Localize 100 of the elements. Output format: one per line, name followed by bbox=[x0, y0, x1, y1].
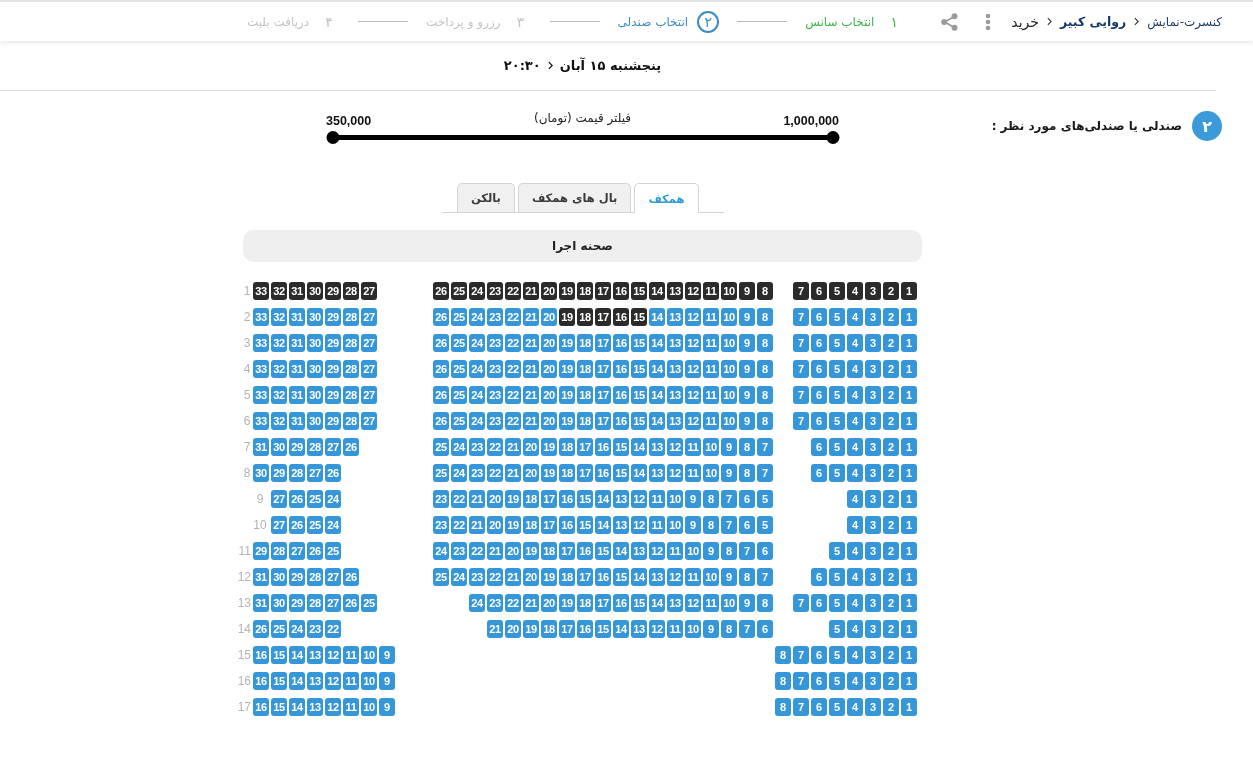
seat[interactable]: 24 bbox=[433, 542, 449, 560]
seat[interactable]: 17 bbox=[559, 620, 575, 638]
seat[interactable]: 14 bbox=[649, 334, 665, 352]
seat[interactable]: 5 bbox=[829, 386, 845, 404]
seat[interactable]: 13 bbox=[613, 516, 629, 534]
seat[interactable]: 26 bbox=[433, 308, 449, 326]
seat[interactable]: 17 bbox=[577, 568, 593, 586]
seat[interactable]: 23 bbox=[487, 594, 503, 612]
seat[interactable]: 8 bbox=[721, 542, 737, 560]
seat[interactable]: 4 bbox=[847, 568, 863, 586]
seat[interactable]: 13 bbox=[667, 308, 683, 326]
seat[interactable]: 9 bbox=[739, 412, 755, 430]
seat[interactable]: 27 bbox=[289, 542, 305, 560]
seat[interactable]: 8 bbox=[757, 360, 773, 378]
seat[interactable]: 12 bbox=[685, 334, 701, 352]
seat[interactable]: 27 bbox=[325, 438, 341, 456]
seat[interactable]: 24 bbox=[325, 490, 341, 508]
seat[interactable]: 11 bbox=[703, 594, 719, 612]
seat[interactable]: 3 bbox=[865, 542, 881, 560]
seat[interactable]: 30 bbox=[307, 386, 323, 404]
seat[interactable]: 5 bbox=[829, 464, 845, 482]
seat[interactable]: 26 bbox=[325, 464, 341, 482]
seat[interactable]: 10 bbox=[685, 542, 701, 560]
seat[interactable]: 27 bbox=[271, 516, 287, 534]
seat[interactable]: 28 bbox=[343, 360, 359, 378]
seat[interactable]: 4 bbox=[847, 594, 863, 612]
seat[interactable]: 7 bbox=[757, 438, 773, 456]
seat[interactable]: 25 bbox=[361, 594, 377, 612]
seat[interactable]: 6 bbox=[811, 594, 827, 612]
seat[interactable]: 8 bbox=[775, 672, 791, 690]
seat[interactable]: 16 bbox=[613, 594, 629, 612]
seat[interactable]: 22 bbox=[505, 386, 521, 404]
section-tab[interactable]: همکف bbox=[634, 183, 699, 213]
seat[interactable]: 3 bbox=[865, 490, 881, 508]
seat[interactable]: 3 bbox=[865, 620, 881, 638]
seat[interactable]: 1 bbox=[901, 360, 917, 378]
seat[interactable]: 8 bbox=[757, 594, 773, 612]
seat[interactable]: 23 bbox=[487, 334, 503, 352]
seat[interactable]: 1 bbox=[901, 490, 917, 508]
seat[interactable]: 18 bbox=[541, 620, 557, 638]
seat[interactable]: 5 bbox=[829, 334, 845, 352]
seat[interactable]: 10 bbox=[721, 334, 737, 352]
seat[interactable]: 5 bbox=[829, 568, 845, 586]
seat[interactable]: 4 bbox=[847, 620, 863, 638]
seat[interactable]: 25 bbox=[307, 490, 323, 508]
breadcrumb-link[interactable]: کنسرت-نمایش bbox=[1147, 14, 1222, 29]
seat[interactable]: 26 bbox=[433, 386, 449, 404]
seat[interactable]: 19 bbox=[541, 438, 557, 456]
seat[interactable]: 30 bbox=[271, 594, 287, 612]
seat[interactable]: 11 bbox=[703, 412, 719, 430]
seat[interactable]: 32 bbox=[271, 308, 287, 326]
seat[interactable]: 15 bbox=[613, 568, 629, 586]
seat[interactable]: 18 bbox=[559, 438, 575, 456]
seat[interactable]: 24 bbox=[451, 464, 467, 482]
seat[interactable]: 19 bbox=[523, 620, 539, 638]
seat[interactable]: 19 bbox=[505, 490, 521, 508]
seat[interactable]: 11 bbox=[685, 438, 701, 456]
seat[interactable]: 20 bbox=[541, 386, 557, 404]
seat[interactable]: 9 bbox=[379, 646, 395, 664]
seat[interactable]: 32 bbox=[271, 386, 287, 404]
seat[interactable]: 9 bbox=[703, 542, 719, 560]
seat[interactable]: 17 bbox=[595, 360, 611, 378]
seat[interactable]: 9 bbox=[703, 620, 719, 638]
seat[interactable]: 20 bbox=[541, 360, 557, 378]
seat[interactable]: 12 bbox=[325, 646, 341, 664]
seat[interactable]: 20 bbox=[523, 464, 539, 482]
seat[interactable]: 4 bbox=[847, 516, 863, 534]
seat[interactable]: 30 bbox=[307, 334, 323, 352]
seat[interactable]: 10 bbox=[721, 594, 737, 612]
seat[interactable]: 24 bbox=[469, 334, 485, 352]
seat[interactable]: 9 bbox=[739, 360, 755, 378]
seat[interactable]: 7 bbox=[793, 308, 809, 326]
seat[interactable]: 18 bbox=[523, 516, 539, 534]
seat[interactable]: 3 bbox=[865, 412, 881, 430]
seat[interactable]: 5 bbox=[829, 438, 845, 456]
seat[interactable]: 7 bbox=[793, 412, 809, 430]
seat[interactable]: 12 bbox=[631, 490, 647, 508]
seat[interactable]: 26 bbox=[289, 516, 305, 534]
seat[interactable]: 15 bbox=[631, 386, 647, 404]
seat[interactable]: 6 bbox=[811, 438, 827, 456]
seat[interactable]: 10 bbox=[667, 516, 683, 534]
seat[interactable]: 10 bbox=[361, 698, 377, 716]
seat[interactable]: 12 bbox=[649, 542, 665, 560]
seat[interactable]: 13 bbox=[667, 334, 683, 352]
seat[interactable]: 17 bbox=[595, 386, 611, 404]
seat[interactable]: 8 bbox=[757, 334, 773, 352]
seat[interactable]: 1 bbox=[901, 698, 917, 716]
seat[interactable]: 5 bbox=[829, 412, 845, 430]
seat[interactable]: 21 bbox=[487, 620, 503, 638]
seat[interactable]: 27 bbox=[361, 386, 377, 404]
seat[interactable]: 7 bbox=[793, 594, 809, 612]
seat[interactable]: 1 bbox=[901, 542, 917, 560]
seat[interactable]: 25 bbox=[271, 620, 287, 638]
seat[interactable]: 11 bbox=[649, 490, 665, 508]
seat[interactable]: 17 bbox=[595, 412, 611, 430]
seat[interactable]: 3 bbox=[865, 594, 881, 612]
seat[interactable]: 19 bbox=[559, 334, 575, 352]
seat[interactable]: 30 bbox=[307, 412, 323, 430]
seat[interactable]: 25 bbox=[451, 412, 467, 430]
seat[interactable]: 17 bbox=[577, 438, 593, 456]
